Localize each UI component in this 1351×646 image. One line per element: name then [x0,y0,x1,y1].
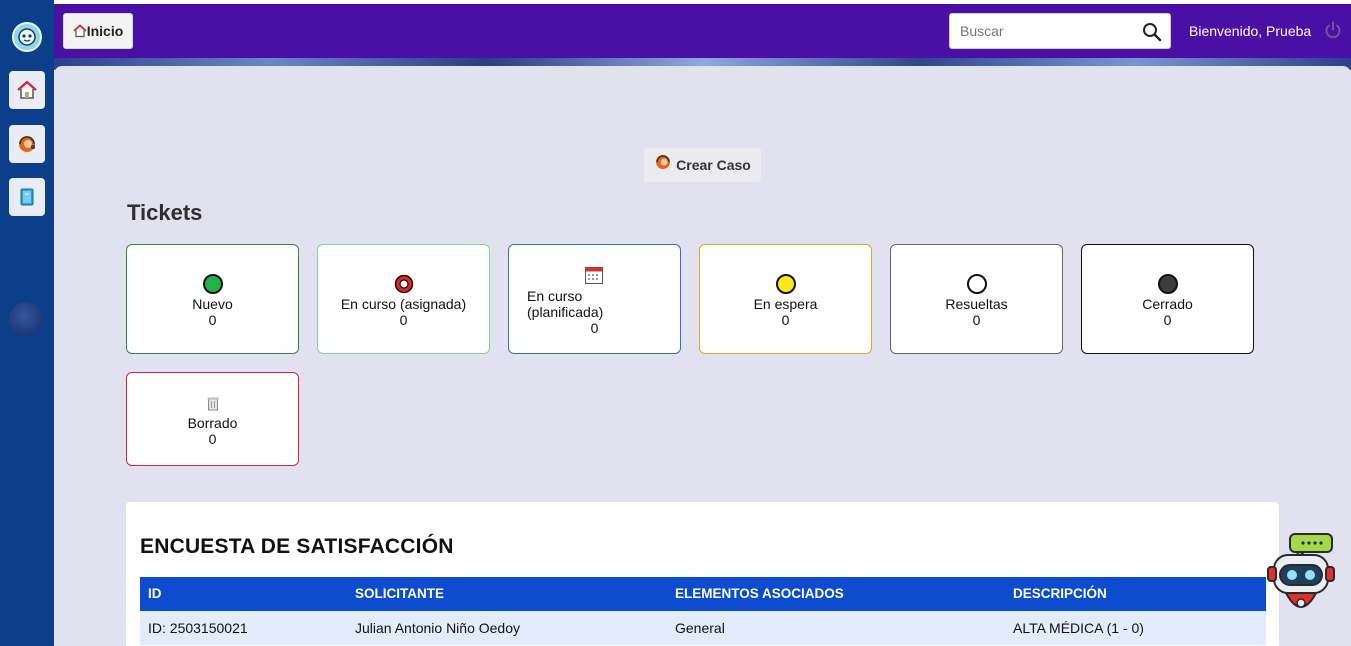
dark-circle-icon [1157,274,1178,294]
support-agent-icon [19,136,35,152]
search-input[interactable] [950,14,1130,48]
column-header-id[interactable]: ID [148,577,162,611]
main-content: Crear Caso Tickets Nuevo 0 En curso (asi… [54,66,1351,646]
chatbot-robot-icon[interactable] [1266,533,1338,623]
ticket-card-label: Resueltas [945,296,1008,312]
ticket-card-resueltas[interactable]: Resueltas 0 [890,244,1063,354]
search-icon[interactable] [1142,22,1162,47]
ticket-card-label-line1: En curso [527,288,583,304]
ticket-card-count: 0 [208,431,217,447]
ticket-card-label-line2: (planificada) [527,304,604,320]
column-header-elementos[interactable]: ELEMENTOS ASOCIADOS [675,577,844,611]
ticket-card-en-curso-planificada[interactable]: En curso (planificada) 0 [508,244,681,354]
home-icon [17,80,37,99]
survey-table: ID SOLICITANTE ELEMENTOS ASOCIADOS DESCR… [140,577,1266,645]
ticket-card-count: 0 [399,312,408,328]
ticket-card-count: 0 [590,320,599,336]
green-circle-icon [202,274,223,294]
cell-descripcion: ALTA MÉDICA (1 - 0) [1013,620,1144,636]
column-header-descripcion[interactable]: DESCRIPCIÓN [1013,577,1107,611]
calendar-icon [584,265,604,288]
white-circle-icon [966,274,987,294]
ticket-card-count: 0 [972,312,981,328]
sidebar-item-create-case[interactable] [9,125,45,163]
ticket-card-en-curso-asignada[interactable]: En curso (asignada) 0 [317,244,490,354]
search-box [949,13,1171,49]
app-logo [12,22,42,52]
sidebar-item-home[interactable] [9,71,45,109]
ticket-card-label: En curso (asignada) [340,296,467,312]
home-button-label: Inicio [86,23,124,39]
column-header-solicitante[interactable]: SOLICITANTE [355,577,444,611]
cell-solicitante: Julian Antonio Niño Oedoy [355,620,520,636]
table-row[interactable]: ID: 2503150021 Julian Antonio Niño Oedoy… [140,611,1266,645]
home-button[interactable]: Inicio [63,13,133,49]
yellow-circle-icon [775,274,796,294]
support-agent-icon [656,155,671,169]
ticket-card-cerrado[interactable]: Cerrado 0 [1081,244,1254,354]
table-header: ID SOLICITANTE ELEMENTOS ASOCIADOS DESCR… [140,577,1266,611]
home-icon [73,24,87,38]
ticket-card-borrado[interactable]: Borrado 0 [126,372,299,466]
top-navbar: Inicio Bienvenido, Prueba [54,4,1351,58]
ticket-card-count: 0 [1163,312,1172,328]
sidebar-item-documents[interactable] [9,178,45,216]
ticket-card-count: 0 [208,312,217,328]
ticket-card-count: 0 [781,312,790,328]
ticket-card-label: En espera [753,296,818,312]
ticket-card-label: Borrado [187,415,238,431]
tickets-title: Tickets [127,200,203,225]
ticket-card-en-espera[interactable]: En espera 0 [699,244,872,354]
cell-elementos: General [675,620,725,636]
red-ring-icon [394,274,414,297]
create-case-label: Crear Caso [676,157,751,173]
power-icon[interactable] [1324,21,1342,44]
globe-logo-icon [9,302,43,336]
ticket-card-label: Cerrado [1142,296,1193,312]
trash-icon [207,396,219,414]
survey-panel: ENCUESTA DE SATISFACCIÓN ID SOLICITANTE … [126,502,1279,646]
sidebar [0,0,54,646]
ticket-card-nuevo[interactable]: Nuevo 0 [126,244,299,354]
survey-title: ENCUESTA DE SATISFACCIÓN [140,535,454,558]
welcome-text: Bienvenido, Prueba [1189,23,1312,39]
create-case-button[interactable]: Crear Caso [644,148,761,182]
robot-face-icon [18,28,36,46]
cell-id: ID: 2503150021 [148,620,248,636]
book-icon [20,188,34,206]
ticket-card-label: Nuevo [192,296,233,312]
